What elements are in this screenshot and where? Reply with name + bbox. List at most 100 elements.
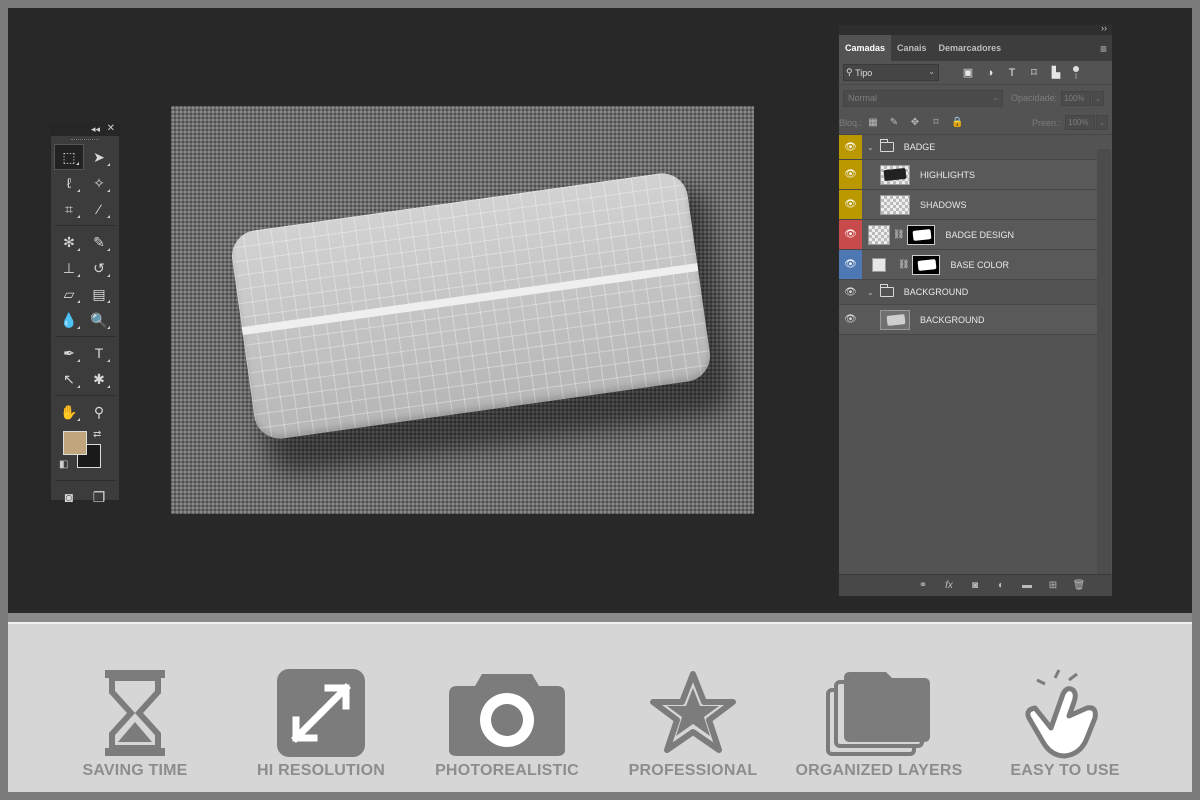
feature-label: HI RESOLUTION xyxy=(257,762,385,779)
gradient-tool-icon[interactable]: ▤ xyxy=(84,281,114,307)
foreground-color-swatch[interactable] xyxy=(63,431,87,455)
panel-menu-icon[interactable]: ≡ xyxy=(1100,42,1107,56)
brush-tool-icon[interactable]: ✎ xyxy=(84,229,114,255)
document-canvas[interactable] xyxy=(171,106,754,514)
feature-label: SAVING TIME xyxy=(82,762,188,779)
pen-tool-icon[interactable]: ✒ xyxy=(54,340,84,366)
add-mask-icon[interactable]: ◙ xyxy=(968,580,982,591)
lock-transparency-icon[interactable]: ▦ xyxy=(867,117,879,128)
swap-colors-icon[interactable]: ⇄ xyxy=(93,429,101,440)
layer-group-badge[interactable]: 👁 ⌄ BADGE xyxy=(839,135,1098,160)
folder-icon xyxy=(879,284,894,297)
feature-saving-time: SAVING TIME xyxy=(45,654,225,784)
shape-filter-icon[interactable]: ⌑ xyxy=(1027,66,1041,80)
mockup-preview: ◂◂ ✕ ⬚ ➤ ℓ ✧ ⌗ ⁄ ✻ ✎ ⊥ ↺ ▱ ▤ 💧 🔍 ✒ T ↖ ✱… xyxy=(8,8,1192,792)
layer-mask-thumbnail xyxy=(907,224,936,245)
layer-filter-row: ⚲ Tipo ⌄ ▣ ◑ T ⌑ ▙ xyxy=(839,61,1112,85)
feature-hi-resolution: HI RESOLUTION xyxy=(231,654,411,784)
screen-mode-icon[interactable]: ❐ xyxy=(84,484,114,510)
feature-easy-to-use: EASY TO USE xyxy=(975,654,1155,784)
fx-icon[interactable]: fx xyxy=(942,580,956,591)
pixel-filter-icon[interactable]: ▣ xyxy=(961,66,975,80)
badge-stripe xyxy=(241,263,699,336)
eyedropper-icon[interactable]: ⁄ xyxy=(84,196,114,222)
healing-brush-icon[interactable]: ✻ xyxy=(54,229,84,255)
layer-name: HIGHLIGHTS xyxy=(920,169,976,180)
visibility-eye-icon[interactable]: 👁 xyxy=(839,305,862,334)
visibility-eye-icon[interactable]: 👁 xyxy=(839,250,862,279)
lock-pixels-icon[interactable]: ✎ xyxy=(888,117,900,128)
lasso-tool-icon[interactable]: ℓ xyxy=(54,170,84,196)
visibility-eye-icon[interactable]: 👁 xyxy=(839,280,862,304)
opacity-input[interactable]: 100% xyxy=(1061,90,1092,106)
collapse-icon[interactable]: ›› xyxy=(1101,23,1107,33)
filter-toggle[interactable] xyxy=(1073,65,1079,80)
layer-highlights[interactable]: 👁 HIGHLIGHTS xyxy=(839,160,1098,190)
default-colors-icon[interactable]: ◧ xyxy=(59,459,68,470)
dodge-tool-icon[interactable]: 🔍 xyxy=(84,307,114,333)
tab-paths[interactable]: Demarcadores xyxy=(933,35,1008,61)
chevron-down-icon[interactable]: ⌄ xyxy=(1092,90,1105,106)
layer-group-background[interactable]: 👁 ⌄ BACKGROUND xyxy=(839,280,1098,305)
visibility-eye-icon[interactable]: 👁 xyxy=(839,190,862,219)
magic-wand-icon[interactable]: ✧ xyxy=(84,170,114,196)
hand-tool-icon[interactable]: ✋ xyxy=(54,399,84,425)
layer-name: BACKGROUND xyxy=(920,314,985,325)
feature-professional: PROFESSIONAL xyxy=(603,654,783,784)
link-icon[interactable]: ⛓ xyxy=(898,259,909,270)
lock-all-icon[interactable]: 🔒 xyxy=(951,117,963,128)
lock-position-icon[interactable]: ✥ xyxy=(909,117,921,128)
path-selection-icon[interactable]: ↖ xyxy=(54,366,84,392)
type-tool-icon[interactable]: T xyxy=(84,340,114,366)
crop-tool-icon[interactable]: ⌗ xyxy=(54,196,84,222)
visibility-eye-icon[interactable]: 👁 xyxy=(839,135,862,159)
filter-kind-select[interactable]: ⚲ Tipo ⌄ xyxy=(843,64,939,81)
link-layers-icon[interactable]: ⚭ xyxy=(916,580,930,591)
layer-thumbnail xyxy=(880,194,910,215)
clone-stamp-icon[interactable]: ⊥ xyxy=(54,255,84,281)
adjustment-filter-icon[interactable]: ◑ xyxy=(983,66,997,80)
chevron-down-icon[interactable]: ⌄ xyxy=(867,143,874,152)
layers-scrollbar[interactable] xyxy=(1097,149,1111,574)
fill-thumbnail xyxy=(872,257,886,272)
blend-row: Normal ⌄ Opacidade: 100% ⌄ xyxy=(839,85,1112,111)
blur-tool-icon[interactable]: 💧 xyxy=(54,307,84,333)
tools-panel: ◂◂ ✕ ⬚ ➤ ℓ ✧ ⌗ ⁄ ✻ ✎ ⊥ ↺ ▱ ▤ 💧 🔍 ✒ T ↖ ✱… xyxy=(50,123,120,505)
marquee-tool-icon[interactable]: ⬚ xyxy=(54,144,84,170)
zoom-tool-icon[interactable]: ⚲ xyxy=(84,399,114,425)
new-layer-icon[interactable]: ⊞ xyxy=(1046,580,1060,591)
lock-row: Bloq.: ▦ ✎ ✥ ⌑ 🔒 Preen.: 100% ⌄ xyxy=(839,111,1112,135)
custom-shape-icon[interactable]: ✱ xyxy=(84,366,114,392)
smart-object-filter-icon[interactable]: ▙ xyxy=(1049,66,1063,80)
tab-layers[interactable]: Camadas xyxy=(839,35,892,61)
visibility-eye-icon[interactable]: 👁 xyxy=(839,160,862,189)
eraser-icon[interactable]: ▱ xyxy=(54,281,84,307)
hourglass-icon xyxy=(103,668,167,763)
layer-shadows[interactable]: 👁 SHADOWS xyxy=(839,190,1098,220)
tools-panel-header: ◂◂ ✕ xyxy=(51,123,119,136)
layer-badge-design[interactable]: 👁 ⛓ BADGE DESIGN xyxy=(839,220,1098,250)
layers-panel: ›› Camadas Canais Demarcadores ≡ ⚲ Tipo … xyxy=(838,23,1113,597)
tap-hand-icon xyxy=(1025,668,1105,765)
delete-layer-icon[interactable]: 🗑 xyxy=(1072,580,1086,591)
photoshop-workspace: ◂◂ ✕ ⬚ ➤ ℓ ✧ ⌗ ⁄ ✻ ✎ ⊥ ↺ ▱ ▤ 💧 🔍 ✒ T ↖ ✱… xyxy=(8,8,1192,613)
layer-background[interactable]: 👁 BACKGROUND xyxy=(839,305,1098,335)
link-icon[interactable]: ⛓ xyxy=(893,229,904,240)
visibility-eye-icon[interactable]: 👁 xyxy=(839,220,862,249)
close-icon[interactable]: ✕ xyxy=(107,123,115,134)
collapse-icon[interactable]: ◂◂ xyxy=(91,124,100,135)
blend-mode-select[interactable]: Normal ⌄ xyxy=(843,89,1003,107)
chevron-down-icon[interactable]: ⌄ xyxy=(1096,115,1108,130)
move-tool-icon[interactable]: ➤ xyxy=(84,144,114,170)
layer-base-color[interactable]: 👁 ⛓ BASE COLOR xyxy=(839,250,1098,280)
type-filter-icon[interactable]: T xyxy=(1005,66,1019,80)
fill-input[interactable]: 100% xyxy=(1065,115,1095,130)
new-group-icon[interactable]: ▬ xyxy=(1020,580,1034,591)
lock-artboard-icon[interactable]: ⌑ xyxy=(930,117,942,128)
quick-mask-icon[interactable]: ◙ xyxy=(54,484,84,510)
fill-label: Preen.: xyxy=(1031,117,1061,128)
history-brush-icon[interactable]: ↺ xyxy=(84,255,114,281)
tab-channels[interactable]: Canais xyxy=(891,35,933,61)
adjustment-layer-icon[interactable]: ◐ xyxy=(994,580,1008,591)
chevron-down-icon[interactable]: ⌄ xyxy=(867,288,874,297)
